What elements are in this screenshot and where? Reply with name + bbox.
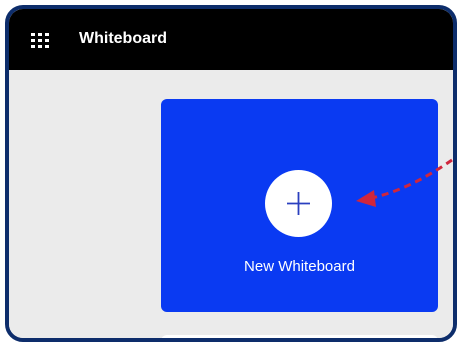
waffle-grid-icon[interactable] — [31, 33, 49, 48]
main-content: New Whiteboard — [9, 70, 453, 338]
plus-icon — [287, 192, 310, 215]
app-title: Whiteboard — [79, 30, 167, 47]
new-whiteboard-plus-button[interactable] — [265, 170, 332, 237]
screenshot-frame: Whiteboard New Whiteboard — [0, 0, 462, 347]
new-whiteboard-label: New Whiteboard — [244, 258, 355, 275]
app-window: Whiteboard New Whiteboard — [5, 5, 457, 342]
app-header: Whiteboard — [9, 9, 453, 70]
whiteboard-thumbnail-card[interactable] — [161, 335, 438, 342]
new-whiteboard-card[interactable]: New Whiteboard — [161, 99, 438, 312]
whiteboard-thumbnail-image — [251, 339, 311, 342]
